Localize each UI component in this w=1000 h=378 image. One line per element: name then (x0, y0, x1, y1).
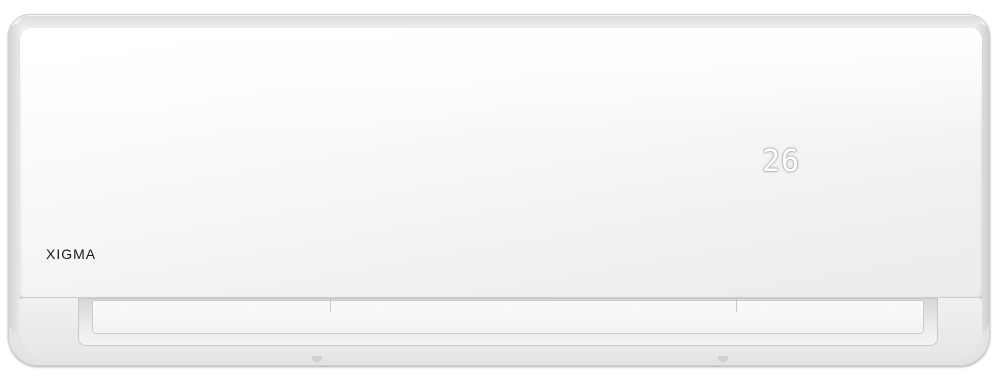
mount-foot (718, 356, 728, 362)
temperature-display: 26 (762, 144, 801, 179)
louver-frame (78, 298, 938, 346)
mount-foot (312, 356, 322, 362)
panel-sheen (20, 28, 982, 137)
vent-divider (736, 298, 737, 312)
front-panel: XIGMA 26 (20, 28, 982, 300)
brand-logo: XIGMA (46, 246, 97, 262)
air-conditioner-image: XIGMA 26 (0, 0, 1000, 378)
air-louver (92, 300, 924, 334)
vent-divider (330, 298, 331, 312)
lower-housing (20, 298, 982, 360)
